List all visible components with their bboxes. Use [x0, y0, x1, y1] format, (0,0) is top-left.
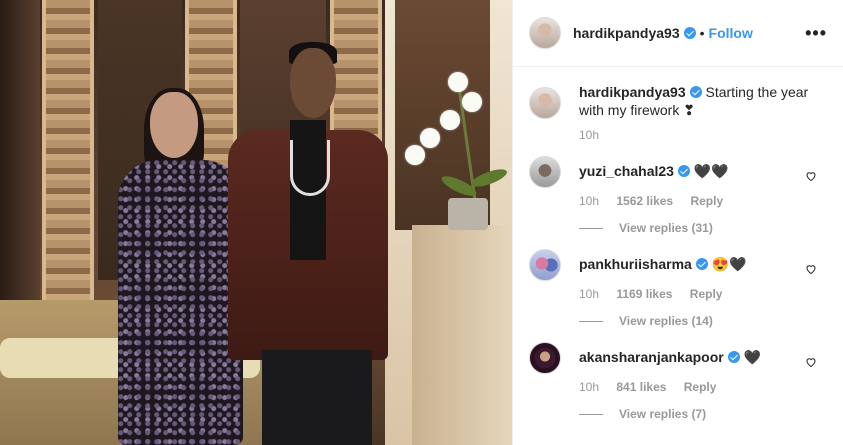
- comment-meta: 10h 1169 likes Reply: [579, 287, 827, 301]
- comment-item: yuzi_chahal23 🖤🖤 10h 1562 likes Reply Vi…: [529, 156, 827, 235]
- woman-dress: [118, 160, 243, 445]
- comment-body: pankhuriisharma 😍🖤 10h 1169 likes Reply …: [579, 249, 827, 328]
- verified-badge-icon: [689, 86, 702, 98]
- reply-button[interactable]: Reply: [690, 287, 723, 301]
- man-face: [290, 48, 336, 118]
- post-caption: hardikpandya93 Starting the year with my…: [529, 83, 827, 119]
- more-options-icon[interactable]: •••: [805, 23, 827, 44]
- commenter-username[interactable]: yuzi_chahal23: [579, 163, 674, 179]
- heart-icon[interactable]: [805, 263, 817, 275]
- verified-badge-icon: [683, 27, 696, 39]
- view-replies-label: View replies (14): [619, 314, 713, 328]
- replies-divider: [579, 320, 603, 322]
- orchid-petal: [448, 72, 468, 92]
- pedestal: [412, 225, 512, 445]
- orchid-petal: [462, 92, 482, 112]
- caption-text-block: hardikpandya93 Starting the year with my…: [579, 83, 827, 119]
- orchid-petal: [440, 110, 460, 130]
- comment-text: 🖤🖤: [693, 163, 729, 179]
- follow-button[interactable]: Follow: [709, 25, 753, 41]
- verified-badge-icon: [727, 351, 740, 363]
- orchid-petal: [405, 145, 425, 165]
- comment-line: yuzi_chahal23 🖤🖤: [579, 162, 827, 180]
- reply-button[interactable]: Reply: [684, 380, 717, 394]
- reply-button[interactable]: Reply: [690, 194, 723, 208]
- view-replies-button[interactable]: View replies (31): [579, 221, 827, 235]
- verified-badge-icon: [677, 165, 690, 177]
- comment-time[interactable]: 10h: [579, 380, 599, 394]
- author-info: hardikpandya93 • Follow: [573, 25, 753, 41]
- comment-meta: 10h 841 likes Reply: [579, 380, 827, 394]
- comments-list: hardikpandya93 Starting the year with my…: [513, 67, 843, 421]
- comment-meta: 10h 1562 likes Reply: [579, 194, 827, 208]
- comment-line: pankhuriisharma 😍🖤: [579, 255, 827, 273]
- orchid-petal: [420, 128, 440, 148]
- commenter-avatar[interactable]: [529, 342, 561, 374]
- comment-likes[interactable]: 1169 likes: [616, 287, 672, 301]
- replies-divider: [579, 413, 603, 415]
- caption-username[interactable]: hardikpandya93: [579, 84, 686, 100]
- woman-face: [150, 92, 198, 158]
- post-header: hardikpandya93 • Follow •••: [513, 0, 843, 67]
- man-chain: [290, 140, 330, 196]
- author-username[interactable]: hardikpandya93: [573, 25, 680, 41]
- separator-dot: •: [699, 25, 705, 41]
- plant-pot: [448, 198, 488, 230]
- comment-body: yuzi_chahal23 🖤🖤 10h 1562 likes Reply Vi…: [579, 156, 827, 235]
- commenter-username[interactable]: pankhuriisharma: [579, 256, 692, 272]
- caption-time[interactable]: 10h: [579, 128, 827, 142]
- comment-text: 😍🖤: [711, 256, 747, 272]
- comment-item: akansharanjankapoor 🖤 10h 841 likes Repl…: [529, 342, 827, 421]
- man-trousers: [262, 350, 372, 445]
- comment-line: akansharanjankapoor 🖤: [579, 348, 827, 366]
- heart-icon[interactable]: [805, 356, 817, 368]
- commenter-avatar[interactable]: [529, 156, 561, 188]
- author-avatar[interactable]: [529, 87, 561, 119]
- view-replies-label: View replies (31): [619, 221, 713, 235]
- commenter-avatar[interactable]: [529, 249, 561, 281]
- heart-icon[interactable]: [805, 170, 817, 182]
- comment-time[interactable]: 10h: [579, 287, 599, 301]
- view-replies-button[interactable]: View replies (7): [579, 407, 827, 421]
- post-photo[interactable]: [0, 0, 512, 445]
- comment-time[interactable]: 10h: [579, 194, 599, 208]
- post-sidebar: hardikpandya93 • Follow ••• hardikpandya…: [512, 0, 843, 445]
- verified-badge-icon: [695, 258, 708, 270]
- replies-divider: [579, 227, 603, 229]
- view-replies-label: View replies (7): [619, 407, 707, 421]
- carved-panel: [42, 0, 94, 300]
- comment-likes[interactable]: 841 likes: [616, 380, 666, 394]
- commenter-username[interactable]: akansharanjankapoor: [579, 349, 724, 365]
- view-replies-button[interactable]: View replies (14): [579, 314, 827, 328]
- comment-body: akansharanjankapoor 🖤 10h 841 likes Repl…: [579, 342, 827, 421]
- comment-text: 🖤: [743, 349, 762, 365]
- comment-item: pankhuriisharma 😍🖤 10h 1169 likes Reply …: [529, 249, 827, 328]
- author-avatar[interactable]: [529, 17, 561, 49]
- comment-likes[interactable]: 1562 likes: [616, 194, 673, 208]
